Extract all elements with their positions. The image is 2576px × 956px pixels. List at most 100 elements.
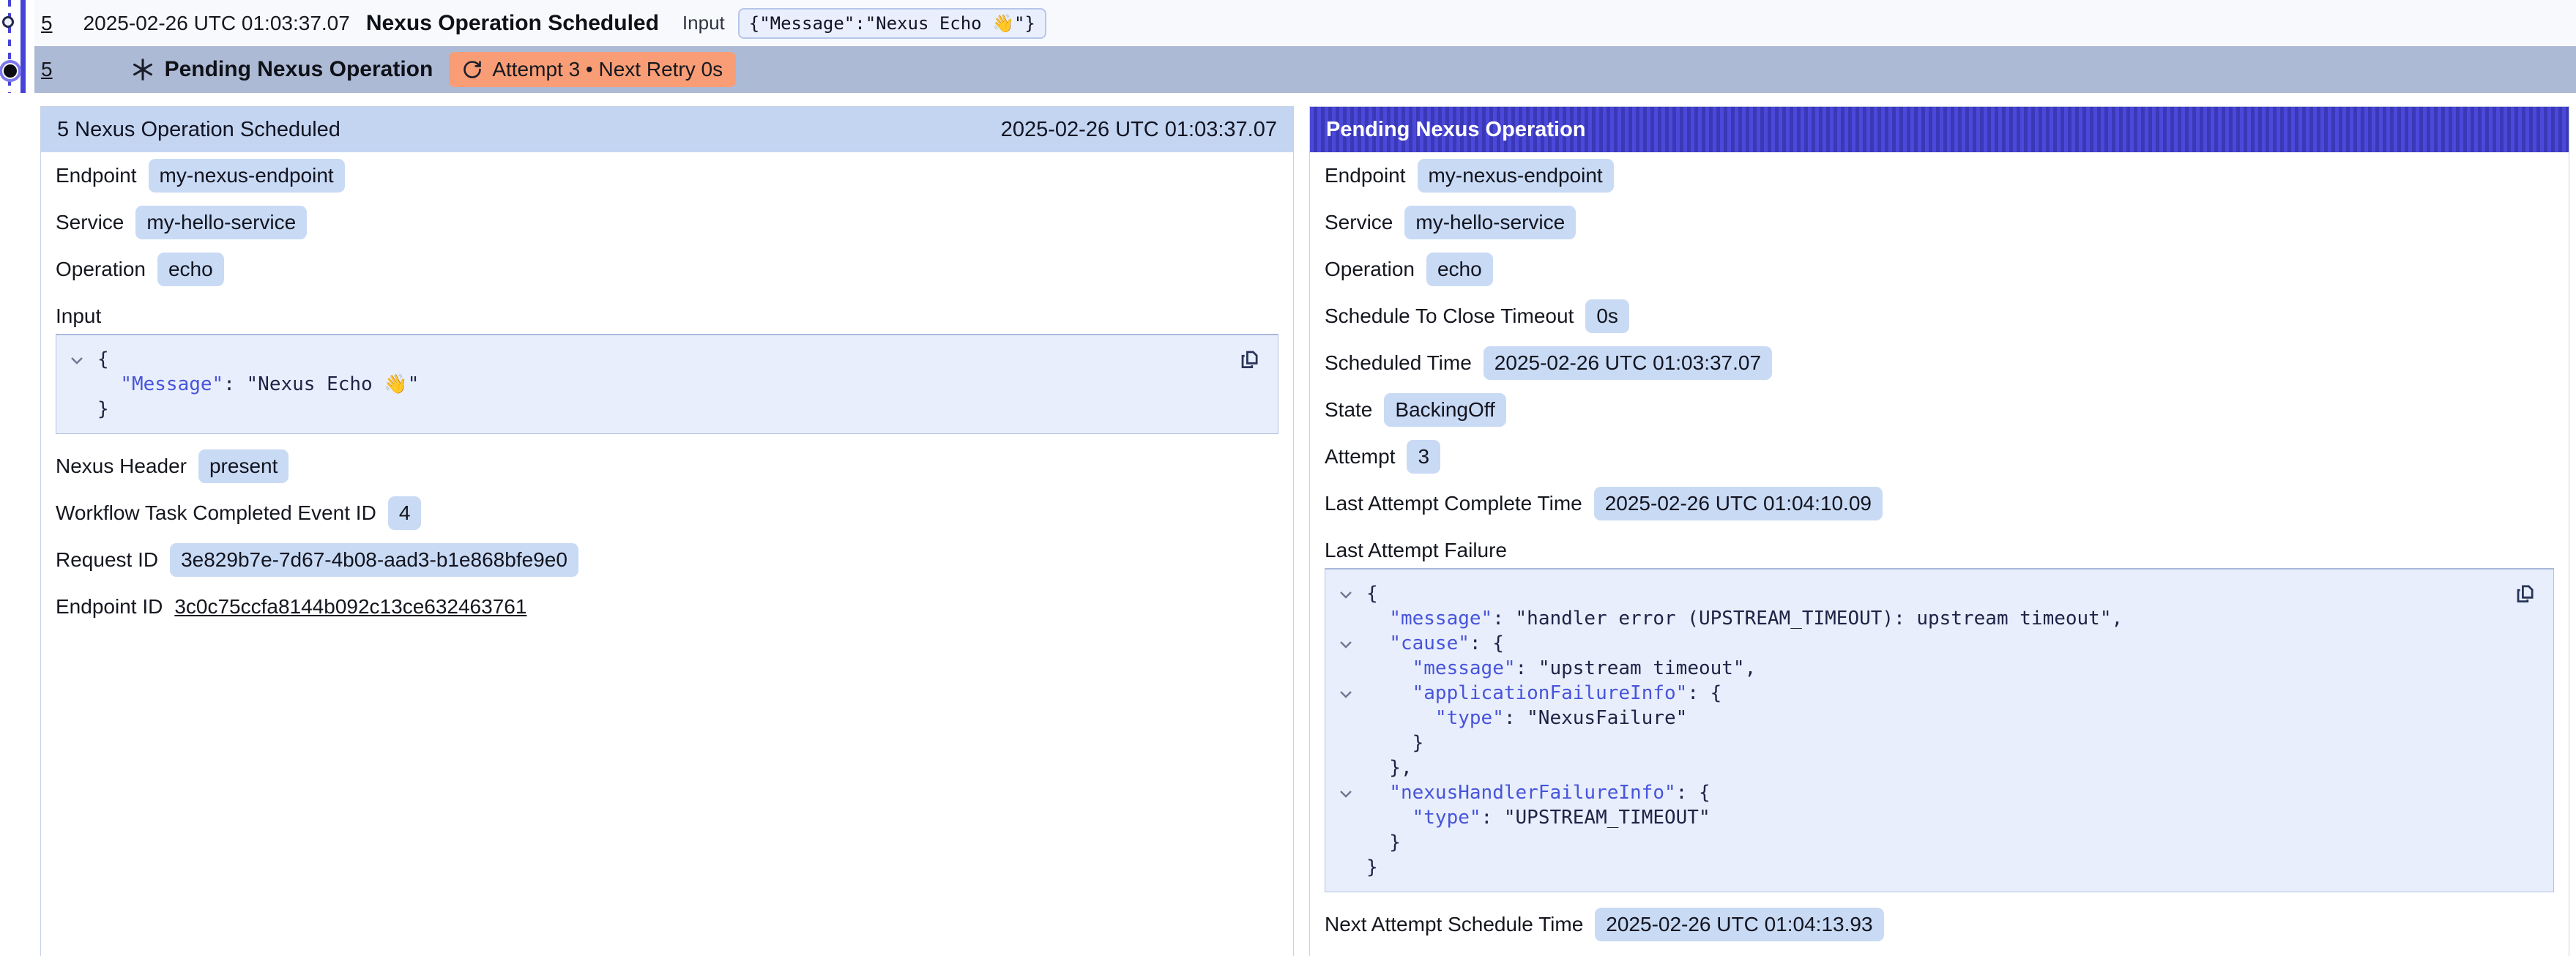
field-value-badge: my-hello-service bbox=[135, 206, 307, 239]
field-value-badge: my-hello-service bbox=[1404, 206, 1576, 239]
code-line-text: } bbox=[97, 397, 109, 422]
field-value-badge: my-nexus-endpoint bbox=[1418, 159, 1614, 193]
code-line: } bbox=[1325, 855, 2509, 880]
field-row: Service my-hello-service bbox=[1310, 199, 2569, 246]
scheduled-panel-header: 5 Nexus Operation Scheduled 2025-02-26 U… bbox=[41, 107, 1293, 152]
field-row: Next Attempt Schedule Time 2025-02-26 UTC… bbox=[1310, 901, 2569, 948]
timeline-active-bar bbox=[21, 0, 26, 93]
field-row: Attempt3 bbox=[1310, 433, 2569, 480]
timeline-dashed-line bbox=[8, 0, 11, 93]
field-value-badge: 2025-02-26 UTC 01:04:10.09 bbox=[1594, 487, 1883, 520]
code-line-text: { bbox=[97, 347, 109, 372]
field-label: Operation bbox=[1325, 258, 1415, 281]
code-line: "message": "handler error (UPSTREAM_TIME… bbox=[1325, 606, 2509, 631]
collapse-chevron-icon[interactable] bbox=[1325, 780, 1366, 805]
field-label: Next Attempt Schedule Time bbox=[1325, 913, 1583, 936]
field-row: Endpointmy-nexus-endpoint bbox=[41, 152, 1293, 199]
gutter-spacer bbox=[1325, 731, 1366, 755]
field-value-badge: 0s bbox=[1585, 299, 1629, 333]
event-id-link[interactable]: 5 bbox=[41, 12, 53, 35]
field-value-badge: 3e829b7e-7d67-4b08-aad3-b1e868bfe9e0 bbox=[170, 543, 578, 577]
copy-button[interactable] bbox=[1235, 346, 1262, 375]
field-value-badge: 2025-02-26 UTC 01:04:13.93 bbox=[1595, 908, 1883, 941]
event-row-scheduled[interactable]: 5 2025-02-26 UTC 01:03:37.07 Nexus Opera… bbox=[34, 0, 2576, 46]
code-line-text: "message": "upstream timeout", bbox=[1366, 656, 1756, 681]
collapse-chevron-icon[interactable] bbox=[56, 347, 97, 372]
field-row: Schedule To Close Timeout 0s bbox=[1310, 293, 2569, 340]
field-label: Scheduled Time bbox=[1325, 351, 1472, 375]
input-inline-label: Input bbox=[682, 12, 725, 34]
field-group: Endpointmy-nexus-endpoint Service my-hello… bbox=[41, 152, 1293, 293]
gutter-spacer bbox=[1325, 706, 1366, 731]
collapse-chevron-icon[interactable] bbox=[1325, 681, 1366, 706]
failure-section-label: Last Attempt Failure bbox=[1325, 539, 1507, 562]
field-row: Last Attempt Complete Time 2025-02-26 UTC… bbox=[1310, 480, 2569, 527]
copy-icon bbox=[1236, 346, 1261, 373]
copy-button[interactable] bbox=[2511, 580, 2537, 609]
field-value-badge: my-nexus-endpoint bbox=[149, 159, 345, 193]
code-line: } bbox=[1325, 830, 2509, 855]
field-label: Endpoint ID bbox=[56, 595, 163, 619]
field-row: Request ID 3e829b7e-7d67-4b08-aad3-b1e868… bbox=[41, 537, 1293, 583]
code-line-text: "message": "handler error (UPSTREAM_TIME… bbox=[1366, 606, 2123, 631]
code-line-text: { bbox=[1366, 581, 1378, 606]
field-value-badge: echo bbox=[157, 253, 224, 286]
scheduled-detail-panel: 5 Nexus Operation Scheduled 2025-02-26 U… bbox=[40, 106, 1294, 956]
collapse-chevron-icon[interactable] bbox=[1325, 581, 1366, 606]
pending-title: Pending Nexus Operation bbox=[165, 57, 433, 82]
code-line-text: } bbox=[1366, 855, 1378, 880]
field-row: Workflow Task Completed Event ID 4 bbox=[41, 490, 1293, 537]
field-value-badge: present bbox=[198, 449, 289, 483]
field-group: Nexus Header present Workflow Task Complet… bbox=[41, 443, 1293, 630]
field-label: State bbox=[1325, 398, 1372, 422]
event-row-pending[interactable]: 5 Pending Nexus Operation Attempt 3 • Ne… bbox=[34, 46, 2576, 93]
field-value-badge: 2025-02-26 UTC 01:03:37.07 bbox=[1484, 346, 1772, 380]
field-label: Schedule To Close Timeout bbox=[1325, 305, 1574, 328]
field-label: Service bbox=[1325, 211, 1393, 234]
event-timestamp: 2025-02-26 UTC 01:03:37.07 bbox=[83, 12, 350, 35]
gutter-spacer bbox=[56, 397, 97, 422]
gutter-spacer bbox=[56, 372, 97, 397]
field-row: Nexus Header present bbox=[41, 443, 1293, 490]
failure-section-row: Last Attempt Failure bbox=[1310, 527, 2569, 567]
field-value-badge: 4 bbox=[388, 496, 422, 530]
field-row: Scheduled Time 2025-02-26 UTC 01:03:37.07 bbox=[1310, 340, 2569, 386]
field-label: Endpoint bbox=[1325, 164, 1406, 187]
code-line: { bbox=[56, 347, 1234, 372]
pending-id-link[interactable]: 5 bbox=[41, 58, 53, 81]
field-row: Endpoint my-nexus-endpoint bbox=[1310, 152, 2569, 199]
collapse-chevron-icon[interactable] bbox=[1325, 631, 1366, 656]
field-label: Attempt bbox=[1325, 445, 1395, 468]
code-line-text: } bbox=[1366, 830, 1401, 855]
gutter-spacer bbox=[1325, 656, 1366, 681]
code-line-text: "type": "NexusFailure" bbox=[1366, 706, 1687, 731]
gutter-spacer bbox=[1325, 606, 1366, 631]
field-value-link[interactable]: 3c0c75ccfa8144b092c13ce632463761 bbox=[174, 595, 526, 619]
gutter-spacer bbox=[1325, 855, 1366, 880]
input-section-label: Input bbox=[56, 305, 101, 328]
code-line: "applicationFailureInfo": { bbox=[1325, 681, 2509, 706]
code-line: } bbox=[56, 397, 1234, 422]
code-line: "type": "NexusFailure" bbox=[1325, 706, 2509, 731]
field-label: Service bbox=[56, 211, 124, 234]
input-preview-chip: {"Message":"Nexus Echo 👋"} bbox=[738, 8, 1046, 39]
field-label: Request ID bbox=[56, 548, 158, 572]
code-line-text: "Message": "Nexus Echo 👋" bbox=[97, 372, 419, 397]
code-line-text: "nexusHandlerFailureInfo": { bbox=[1366, 780, 1710, 805]
field-label: Nexus Header bbox=[56, 455, 187, 478]
field-label: Workflow Task Completed Event ID bbox=[56, 501, 376, 525]
scheduled-panel-title: 5 Nexus Operation Scheduled bbox=[57, 118, 340, 142]
field-label: Last Attempt Complete Time bbox=[1325, 492, 1582, 515]
failure-json-viewer: { "message": "handler error (UPSTREAM_TI… bbox=[1325, 568, 2554, 892]
field-row: Operationecho bbox=[41, 246, 1293, 293]
field-value-badge: BackingOff bbox=[1384, 393, 1505, 427]
code-line: "nexusHandlerFailureInfo": { bbox=[1325, 780, 2509, 805]
copy-icon bbox=[2512, 580, 2536, 608]
retry-icon bbox=[462, 59, 483, 80]
code-line-text: "type": "UPSTREAM_TIMEOUT" bbox=[1366, 805, 1710, 830]
code-line: } bbox=[1325, 731, 2509, 755]
code-line: "message": "upstream timeout", bbox=[1325, 656, 2509, 681]
code-line-text: "applicationFailureInfo": { bbox=[1366, 681, 1721, 706]
field-value-badge: echo bbox=[1426, 253, 1493, 286]
field-row: Endpoint ID 3c0c75ccfa8144b092c13ce632463… bbox=[41, 583, 1293, 630]
